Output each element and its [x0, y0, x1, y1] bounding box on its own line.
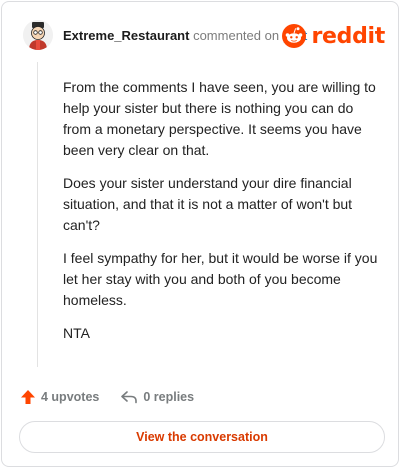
upvote-arrow-icon [21, 390, 35, 404]
comment-header: Extreme_Restaurant commented on post red… [23, 20, 391, 52]
upvote-count: 4 upvotes [41, 390, 100, 404]
reply-count: 0 replies [143, 390, 195, 404]
reddit-wordmark: reddit [311, 23, 385, 49]
user-avatar[interactable] [23, 20, 53, 50]
comment-actions: 4 upvotes 0 replies [20, 386, 194, 408]
reddit-logo[interactable]: reddit [282, 22, 385, 50]
comment-paragraph: Does your sister understand your dire fi… [63, 175, 353, 233]
reply-arrow-icon [121, 391, 138, 404]
comment-paragraph: I feel sympathy for her, but it would be… [63, 250, 378, 308]
reply-button[interactable]: 0 replies [120, 389, 194, 405]
username-link[interactable]: Extreme_Restaurant [63, 28, 189, 43]
comment-paragraph: NTA [63, 325, 90, 341]
avatar-icon [23, 20, 53, 50]
reddit-snoo-icon [282, 24, 307, 48]
upvote-button[interactable]: 4 upvotes [20, 389, 99, 405]
view-conversation-button[interactable]: View the conversation [19, 421, 385, 453]
comment-card: Extreme_Restaurant commented on post red… [1, 1, 399, 467]
comment-paragraph: From the comments I have seen, you are w… [63, 79, 376, 158]
commented-on-text: commented on [193, 28, 280, 43]
comment-body: From the comments I have seen, you are w… [63, 77, 381, 356]
comment-meta: Extreme_Restaurant commented on post [63, 28, 307, 44]
thread-line [37, 62, 38, 367]
